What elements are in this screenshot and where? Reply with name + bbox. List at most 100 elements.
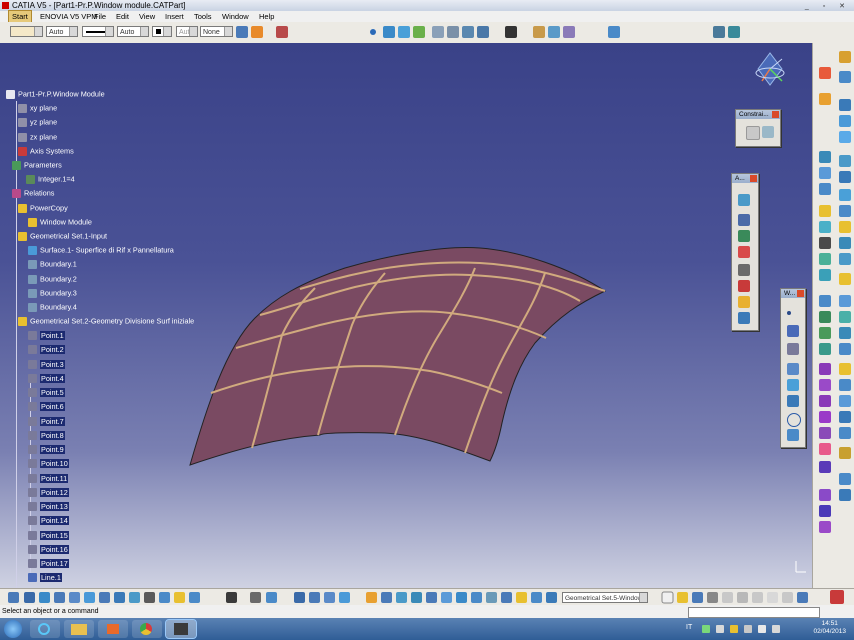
tree-node[interactable]: Relations (12, 187, 54, 198)
tree-node[interactable]: Point.12 (28, 486, 69, 497)
tree-node[interactable]: yz plane (18, 116, 57, 127)
menu-help[interactable]: Help (259, 11, 274, 22)
tree-node[interactable]: Point.8 (28, 429, 65, 440)
powercopy-icon[interactable] (533, 26, 545, 38)
tree-node[interactable]: Point.13 (28, 500, 69, 511)
weight-combo[interactable]: Auto (176, 26, 198, 37)
tree-node[interactable]: Point.6 (28, 400, 65, 411)
line-type-combo[interactable]: Auto (46, 26, 78, 37)
tree-node[interactable]: Axis Systems (18, 145, 74, 156)
tree-node[interactable]: Surface.1- Superfice di Rif x Pannellatu… (28, 244, 174, 255)
menu-insert[interactable]: Insert (165, 11, 184, 22)
flag-icon[interactable] (730, 625, 738, 633)
apply-material-icon[interactable] (713, 26, 725, 38)
measure-inertia-icon[interactable] (738, 312, 750, 324)
compass-widget[interactable] (752, 51, 788, 91)
curve-analysis-icon[interactable] (738, 214, 750, 226)
current-geometrical-set-combo[interactable]: Geometrical Set.5-Window (562, 592, 648, 603)
tree-node[interactable]: Boundary.3 (28, 287, 77, 298)
tree-node[interactable]: Boundary.2 (28, 273, 77, 284)
projection-icon[interactable] (787, 363, 799, 375)
constraint-dialog-icon[interactable] (762, 126, 774, 138)
menu-file[interactable]: File (94, 11, 106, 22)
fill-surface-icon[interactable] (447, 26, 459, 38)
taskbar-catia-icon[interactable] (165, 619, 197, 639)
layer-combo[interactable]: None (200, 26, 233, 37)
tree-node[interactable]: Point.11 (28, 472, 69, 483)
draft-analysis-icon[interactable] (738, 230, 750, 242)
axis-system-icon[interactable] (505, 26, 517, 38)
tree-node[interactable]: Point.17 (28, 557, 69, 568)
tray-icon[interactable] (716, 625, 724, 633)
tree-node[interactable]: Point.3 (28, 358, 65, 369)
tree-node[interactable]: Point.7 (28, 415, 65, 426)
help-icon[interactable] (738, 296, 750, 308)
join-icon[interactable] (462, 26, 474, 38)
tree-node[interactable]: Boundary.1 (28, 258, 77, 269)
tree-node[interactable]: Line.1 (28, 571, 62, 582)
tree-node[interactable]: Point.2 (28, 343, 65, 354)
constraint-icon[interactable] (746, 126, 760, 140)
tree-node[interactable]: xy plane (18, 102, 57, 113)
line-icon[interactable] (383, 26, 395, 38)
point-icon[interactable] (787, 311, 791, 315)
offset-icon[interactable] (787, 395, 799, 407)
tree-node[interactable]: Window Module (28, 216, 92, 227)
tree-node[interactable]: Point.4 (28, 372, 65, 383)
properties-icon[interactable] (276, 26, 288, 38)
measure-icon[interactable] (728, 26, 740, 38)
language-indicator[interactable]: IT (686, 624, 692, 631)
tree-node[interactable]: Point.10 (28, 457, 69, 468)
painter-icon[interactable] (236, 26, 248, 38)
check-icon[interactable] (738, 280, 750, 292)
line-icon[interactable] (787, 325, 799, 337)
plane-icon[interactable] (787, 343, 799, 355)
knowledge-icon[interactable] (608, 26, 620, 38)
signal-icon[interactable] (758, 625, 766, 633)
command-input[interactable] (688, 607, 820, 618)
fill-color-combo[interactable] (10, 26, 43, 37)
tree-root[interactable]: Part1-Pr.P.Window Module (6, 88, 105, 99)
battery-icon[interactable] (744, 625, 752, 633)
porcupine-icon[interactable] (738, 264, 750, 276)
tree-node[interactable]: Point.5 (28, 386, 65, 397)
tree-node[interactable]: Geometrical Set.1-Input (18, 230, 107, 241)
spline-icon[interactable] (398, 26, 410, 38)
taskbar-ie-icon[interactable] (30, 620, 60, 638)
spline-icon[interactable] (787, 429, 799, 441)
start-orb-icon[interactable] (4, 620, 22, 638)
taskbar-chrome-icon[interactable] (132, 620, 162, 638)
bottom-toolbar-icons[interactable] (0, 589, 854, 606)
menu-edit[interactable]: Edit (116, 11, 129, 22)
thickness-combo[interactable]: Auto (117, 26, 149, 37)
menu-start[interactable]: Start (8, 10, 32, 23)
extrude-icon[interactable] (413, 26, 425, 38)
system-clock[interactable]: 14:51 02/04/2013 (813, 620, 846, 636)
tree-node[interactable]: Point.15 (28, 529, 69, 540)
taskbar-explorer-icon[interactable] (64, 620, 94, 638)
network-icon[interactable] (702, 625, 710, 633)
line-style-combo[interactable] (82, 26, 114, 37)
tree-node[interactable]: PowerCopy (18, 202, 68, 213)
connect-checker-icon[interactable] (738, 194, 750, 206)
catalog-icon[interactable] (563, 26, 575, 38)
brush-icon[interactable] (251, 26, 263, 38)
menu-window[interactable]: Window (222, 11, 249, 22)
tree-node[interactable]: Point.9 (28, 443, 65, 454)
tree-node[interactable]: Point.16 (28, 543, 69, 554)
point-symbol-combo[interactable] (152, 26, 172, 37)
point-icon[interactable] (370, 29, 376, 35)
instantiate-icon[interactable] (548, 26, 560, 38)
menu-enovia[interactable]: ENOVIA V5 VPM (40, 11, 98, 22)
curvature-analysis-icon[interactable] (738, 246, 750, 258)
tree-node[interactable]: Point.1 (28, 329, 65, 340)
circle-icon[interactable] (787, 413, 801, 427)
surface-icon[interactable] (432, 26, 444, 38)
tree-node[interactable]: Point.14 (28, 514, 69, 525)
wireframe-toolbar[interactable]: W... (780, 288, 806, 448)
split-icon[interactable] (477, 26, 489, 38)
tree-node[interactable]: Parameters (12, 159, 62, 170)
tree-node[interactable]: zx plane (18, 131, 57, 142)
volume-icon[interactable] (772, 625, 780, 633)
close-icon[interactable] (772, 111, 779, 118)
